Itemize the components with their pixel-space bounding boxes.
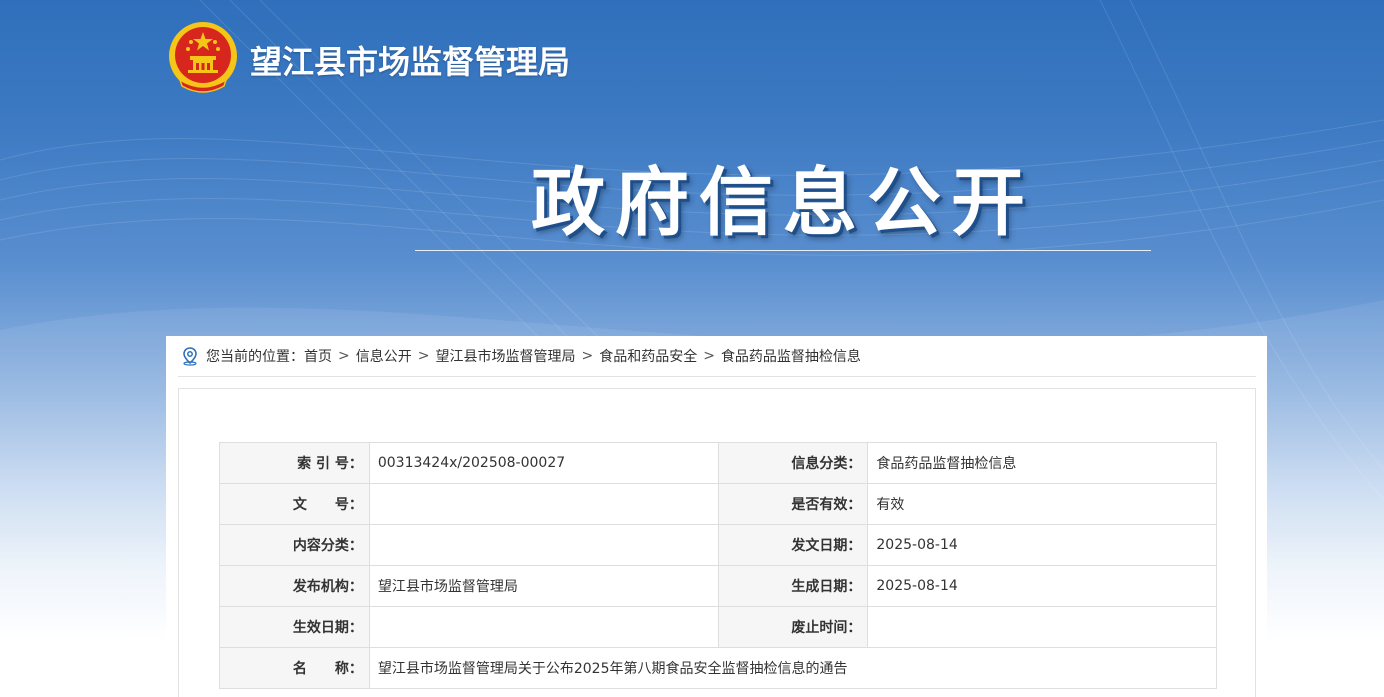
table-row: 索 引 号： 00313424x/202508-00027 信息分类： 食品药品… [219,442,1217,484]
breadcrumb-prefix: 您当前的位置： [206,349,304,365]
breadcrumb: 您当前的位置： 首页 > 信息公开 > 望江县市场监督管理局 > 食品和药品安全… [178,336,1256,377]
breadcrumb-separator: > [417,348,430,364]
table-row: 生效日期： 废止时间： [219,606,1217,648]
breadcrumb-bureau[interactable]: 望江县市场监督管理局 [435,346,575,366]
table-row: 发布机构： 望江县市场监督管理局 生成日期： 2025-08-14 [219,565,1217,607]
breadcrumb-info-public[interactable]: 信息公开 [356,346,412,366]
index-number-label: 索 引 号： [219,442,370,484]
effective-date-label: 生效日期： [219,606,370,648]
hero-divider [415,250,1151,251]
info-category-value: 食品药品监督抽检信息 [867,442,1217,484]
metadata-table: 索 引 号： 00313424x/202508-00027 信息分类： 食品药品… [219,442,1218,689]
site-title[interactable]: 望江县市场监督管理局 [250,40,570,84]
effective-date-value [368,606,719,648]
issue-date-value: 2025-08-14 [867,524,1217,566]
national-emblem-icon [169,22,237,93]
title-label: 名 称： [219,647,370,689]
validity-label: 是否有效： [717,483,869,525]
expiry-time-value [867,606,1217,648]
article-panel: 索 引 号： 00313424x/202508-00027 信息分类： 食品药品… [178,388,1256,697]
index-number-value: 00313424x/202508-00027 [368,442,719,484]
table-row: 内容分类： 发文日期： 2025-08-14 [219,524,1217,566]
publisher-value: 望江县市场监督管理局 [368,565,719,607]
title-value: 望江县市场监督管理局关于公布2025年第八期食品安全监督抽检信息的通告 [368,647,1218,689]
breadcrumb-separator: > [581,348,594,364]
publisher-label: 发布机构： [219,565,370,607]
breadcrumb-home[interactable]: 首页 [304,346,332,366]
breadcrumb-food-drug-safety[interactable]: 食品和药品安全 [599,346,697,366]
table-row: 名 称： 望江县市场监督管理局关于公布2025年第八期食品安全监督抽检信息的通告 [219,647,1218,689]
breadcrumb-separator: > [703,348,715,364]
generated-date-value: 2025-08-14 [867,565,1217,607]
content-area: 您当前的位置： 首页 > 信息公开 > 望江县市场监督管理局 > 食品和药品安全… [166,336,1267,697]
location-icon [183,347,197,366]
info-category-label: 信息分类： [717,442,869,484]
breadcrumb-inspection-info[interactable]: 食品药品监督抽检信息 [721,346,861,366]
expiry-time-label: 废止时间： [717,606,869,648]
generated-date-label: 生成日期： [717,565,869,607]
document-number-value [368,483,719,525]
content-category-label: 内容分类： [219,524,370,566]
hero-title: 政府信息公开 [531,160,1035,246]
content-category-value [368,524,719,566]
breadcrumb-separator: > [338,348,350,364]
document-number-label: 文 号： [219,483,370,525]
table-row: 文 号： 是否有效： 有效 [219,483,1217,525]
issue-date-label: 发文日期： [717,524,869,566]
validity-value: 有效 [867,483,1217,525]
